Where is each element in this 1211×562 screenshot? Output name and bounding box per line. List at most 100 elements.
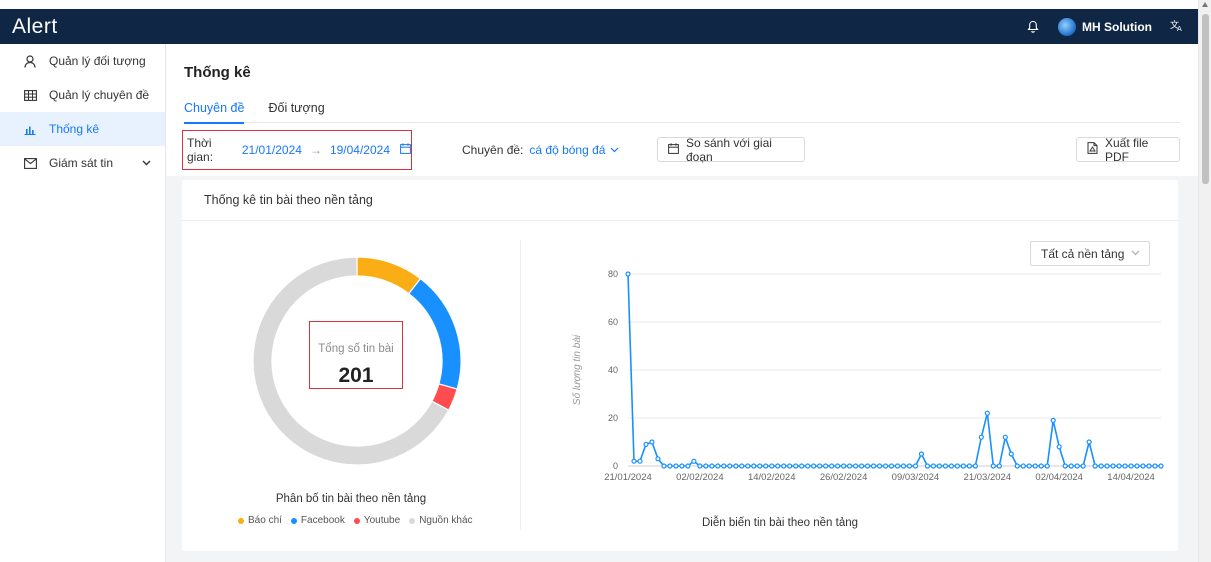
data-point[interactable] bbox=[817, 463, 823, 469]
data-point[interactable] bbox=[793, 463, 799, 469]
donut-slice[interactable] bbox=[356, 256, 422, 295]
data-point[interactable] bbox=[757, 463, 763, 469]
translate-icon[interactable]: 文A bbox=[1170, 19, 1184, 35]
data-point[interactable] bbox=[1014, 463, 1020, 469]
data-point[interactable] bbox=[960, 463, 966, 469]
data-point[interactable] bbox=[1038, 463, 1044, 469]
data-point[interactable] bbox=[978, 434, 984, 440]
bell-icon[interactable] bbox=[1026, 20, 1040, 34]
data-point[interactable] bbox=[1146, 463, 1152, 469]
data-point[interactable] bbox=[709, 463, 715, 469]
data-point[interactable] bbox=[900, 463, 907, 469]
donut-slice[interactable] bbox=[408, 277, 462, 390]
tab-objects[interactable]: Đối tượng bbox=[268, 101, 324, 123]
data-point[interactable] bbox=[829, 463, 835, 469]
sidebar-item-objects[interactable]: Quản lý đối tượng bbox=[0, 44, 165, 78]
export-pdf-button[interactable]: Xuất file PDF bbox=[1076, 136, 1180, 164]
page-scrollbar[interactable] bbox=[1198, 0, 1211, 562]
topic-value[interactable]: cá độ bóng đá bbox=[529, 143, 605, 157]
data-point[interactable] bbox=[715, 463, 721, 469]
data-point[interactable] bbox=[948, 463, 954, 469]
data-point[interactable] bbox=[1068, 463, 1074, 469]
data-point[interactable] bbox=[1044, 463, 1050, 469]
data-point[interactable] bbox=[745, 463, 751, 469]
data-point[interactable] bbox=[852, 463, 859, 469]
data-point[interactable] bbox=[727, 463, 733, 469]
user-menu[interactable]: MH Solution bbox=[1058, 17, 1152, 36]
app-logo[interactable]: Alert bbox=[0, 15, 58, 39]
scroll-up-arrow-icon[interactable] bbox=[1202, 2, 1208, 7]
data-point[interactable] bbox=[763, 463, 769, 469]
data-point[interactable] bbox=[637, 458, 643, 464]
data-point[interactable] bbox=[787, 463, 793, 469]
data-point[interactable] bbox=[1122, 463, 1128, 469]
legend-item[interactable]: Youtube bbox=[353, 515, 400, 526]
data-point[interactable] bbox=[781, 463, 787, 469]
data-point[interactable] bbox=[685, 463, 691, 469]
data-point[interactable] bbox=[918, 451, 925, 457]
date-range-picker[interactable]: Thời gian: 21/01/2024 → 19/04/2024 bbox=[182, 130, 412, 170]
data-point[interactable] bbox=[894, 463, 901, 469]
data-point[interactable] bbox=[1098, 463, 1104, 469]
data-point[interactable] bbox=[882, 463, 889, 469]
legend-item[interactable]: Facebook bbox=[290, 515, 345, 526]
data-point[interactable] bbox=[1056, 444, 1062, 450]
data-point[interactable] bbox=[667, 463, 673, 469]
data-point[interactable] bbox=[924, 463, 931, 469]
data-point[interactable] bbox=[930, 463, 937, 469]
data-point[interactable] bbox=[1002, 434, 1008, 440]
data-point[interactable] bbox=[1062, 463, 1068, 469]
date-to[interactable]: 19/04/2024 bbox=[330, 143, 390, 157]
data-point[interactable] bbox=[888, 463, 895, 469]
data-point[interactable] bbox=[876, 463, 883, 469]
data-point[interactable] bbox=[1104, 463, 1110, 469]
data-point[interactable] bbox=[870, 463, 877, 469]
data-point[interactable] bbox=[984, 410, 990, 416]
data-point[interactable] bbox=[954, 463, 960, 469]
data-point[interactable] bbox=[1152, 463, 1158, 469]
data-point[interactable] bbox=[679, 463, 685, 469]
data-point[interactable] bbox=[691, 458, 697, 464]
data-point[interactable] bbox=[858, 463, 865, 469]
sidebar-item-topics[interactable]: Quản lý chuyên đề bbox=[0, 78, 165, 112]
data-point[interactable] bbox=[703, 463, 709, 469]
data-point[interactable] bbox=[1134, 463, 1140, 469]
data-point[interactable] bbox=[1128, 463, 1134, 469]
data-point[interactable] bbox=[655, 456, 661, 462]
data-point[interactable] bbox=[775, 463, 781, 469]
data-point[interactable] bbox=[1008, 451, 1014, 457]
data-point[interactable] bbox=[631, 458, 637, 464]
data-point[interactable] bbox=[661, 463, 667, 469]
sidebar-item-statistics[interactable]: Thống kê bbox=[0, 112, 165, 146]
data-point[interactable] bbox=[751, 463, 757, 469]
data-point[interactable] bbox=[846, 463, 853, 469]
data-point[interactable] bbox=[912, 463, 919, 469]
compare-period-button[interactable]: So sánh với giai đoạn bbox=[657, 136, 805, 164]
data-point[interactable] bbox=[733, 463, 739, 469]
data-point[interactable] bbox=[799, 463, 805, 469]
topic-select[interactable]: Chuyên đề: cá độ bóng đá bbox=[462, 130, 619, 170]
data-point[interactable] bbox=[823, 463, 829, 469]
data-point[interactable] bbox=[673, 463, 679, 469]
data-point[interactable] bbox=[864, 463, 871, 469]
platform-select[interactable]: Tất cả nền tảng bbox=[1030, 241, 1150, 266]
data-point[interactable] bbox=[625, 271, 631, 277]
data-point[interactable] bbox=[739, 463, 745, 469]
data-point[interactable] bbox=[1074, 463, 1080, 469]
data-point[interactable] bbox=[1026, 463, 1032, 469]
data-point[interactable] bbox=[769, 463, 775, 469]
data-point[interactable] bbox=[649, 439, 655, 445]
data-point[interactable] bbox=[972, 463, 978, 469]
data-point[interactable] bbox=[936, 463, 943, 469]
data-point[interactable] bbox=[835, 463, 841, 469]
data-point[interactable] bbox=[1140, 463, 1146, 469]
data-point[interactable] bbox=[1086, 439, 1092, 445]
legend-item[interactable]: Nguồn khác bbox=[409, 515, 473, 526]
data-point[interactable] bbox=[1050, 417, 1056, 423]
tab-topics[interactable]: Chuyên đề bbox=[184, 101, 245, 124]
data-point[interactable] bbox=[811, 463, 817, 469]
scrollbar-thumb[interactable] bbox=[1202, 14, 1209, 184]
data-point[interactable] bbox=[1092, 463, 1098, 469]
data-point[interactable] bbox=[805, 463, 811, 469]
data-point[interactable] bbox=[643, 441, 649, 447]
